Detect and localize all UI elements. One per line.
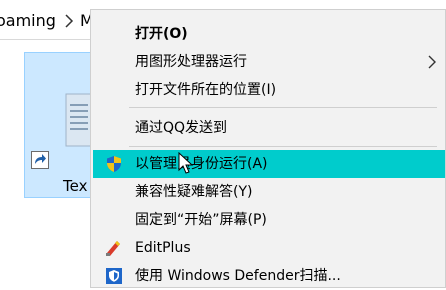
windows-defender-icon [106, 268, 122, 284]
document-icon [65, 93, 93, 147]
menu-item-compatibility-troubleshoot[interactable]: 兼容性疑难解答(Y) [93, 178, 445, 206]
menu-item-label: 通过QQ发送到 [135, 120, 228, 136]
menu-item-label: 打开文件所在的位置(I) [135, 82, 277, 98]
menu-item-open[interactable]: 打开(O) [93, 20, 445, 48]
menu-item-label: EditPlus [135, 240, 191, 256]
chevron-right-icon [428, 55, 436, 69]
menu-separator [129, 146, 437, 147]
menu-item-run-with-gpu[interactable]: 用图形处理器运行 [93, 48, 445, 76]
menu-item-label: 兼容性疑难解答(Y) [135, 184, 253, 200]
menu-item-label: 打开(O) [135, 26, 188, 42]
breadcrumb-roaming[interactable]: oaming [0, 11, 56, 31]
menu-item-windows-defender-scan[interactable]: 使用 Windows Defender扫描... [93, 262, 445, 290]
editplus-icon [106, 241, 120, 256]
menu-separator [129, 107, 437, 108]
menu-item-label: 固定到“开始”屏幕(P) [135, 212, 267, 228]
menu-item-run-as-admin[interactable]: 以管理员身份运行(A) [93, 150, 445, 178]
shield-icon [107, 156, 121, 172]
menu-item-label: 以管理员身份运行(A) [135, 156, 268, 172]
menu-item-send-via-qq[interactable]: 通过QQ发送到 [93, 114, 445, 142]
menu-item-pin-to-start[interactable]: 固定到“开始”屏幕(P) [93, 206, 445, 234]
menu-item-label: 用图形处理器运行 [135, 54, 247, 70]
context-menu[interactable]: 打开(O) 用图形处理器运行 打开文件所在的位置(I) 通过QQ发送到 以管理员… [90, 9, 446, 288]
chevron-right-icon [65, 14, 74, 28]
menu-item-open-file-location[interactable]: 打开文件所在的位置(I) [93, 76, 445, 104]
shortcut-arrow-icon [31, 151, 49, 169]
menu-item-label: 使用 Windows Defender扫描... [135, 268, 341, 284]
menu-item-editplus[interactable]: EditPlus [93, 234, 445, 262]
file-name: Tex [63, 177, 88, 195]
